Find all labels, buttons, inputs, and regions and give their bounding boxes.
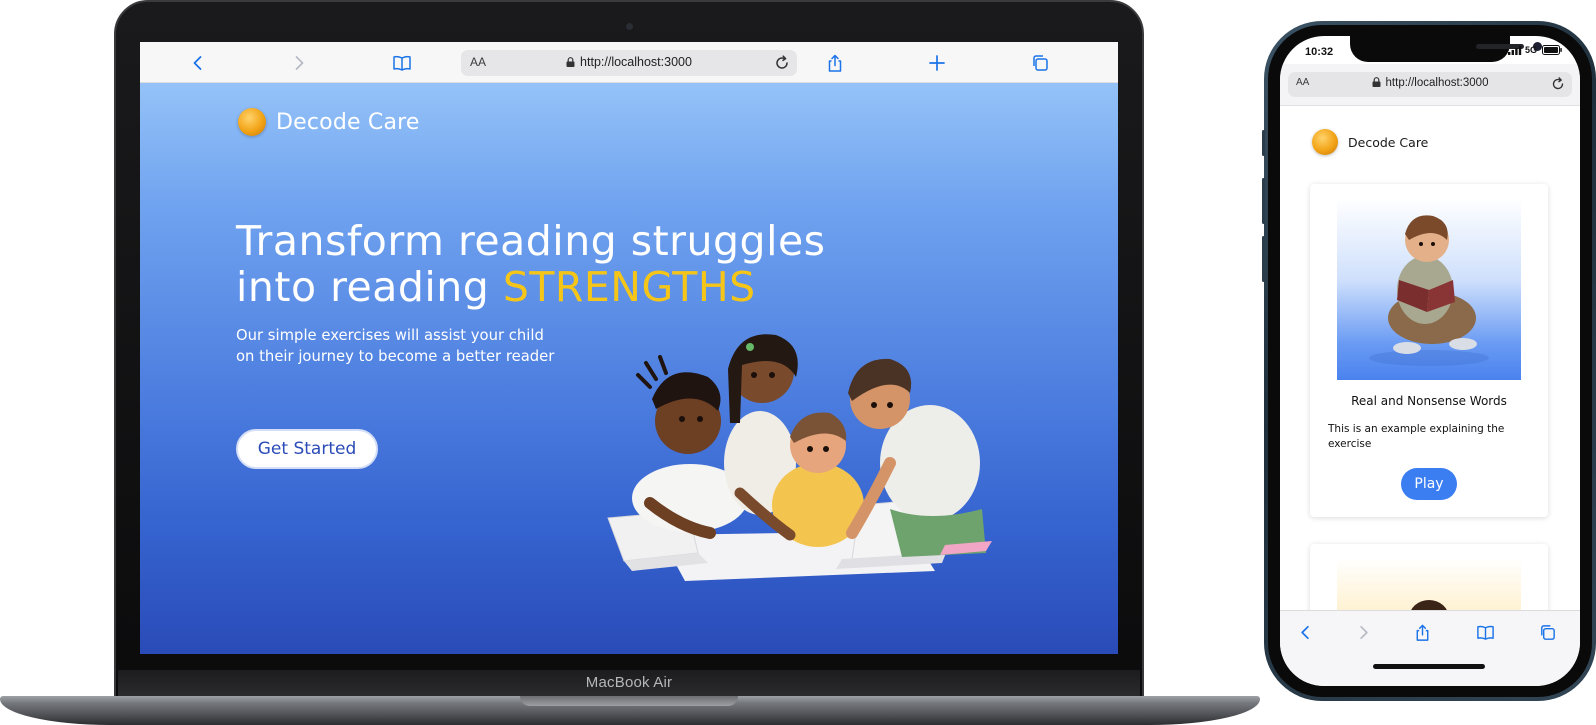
exercise-card-title: Real and Nonsense Words xyxy=(1351,394,1507,408)
macbook-hinge-notch xyxy=(520,696,738,706)
device-mockup-stage: AA http://localhost:3000 Decode Care Tra… xyxy=(0,0,1596,725)
iphone-notch xyxy=(1350,36,1542,62)
status-time: 10:32 xyxy=(1305,46,1334,58)
tabs-icon[interactable] xyxy=(1536,621,1558,643)
site-brand[interactable]: Decode Care xyxy=(238,108,420,136)
exercise-card-image xyxy=(1337,198,1521,380)
back-icon[interactable] xyxy=(185,50,211,76)
iphone-volume-down xyxy=(1262,236,1265,282)
mobile-address-bar-area: AA http://localhost:3000 xyxy=(1280,64,1580,106)
brand-name: Decode Care xyxy=(276,109,420,135)
status-indicators: 5G xyxy=(1507,45,1562,55)
hero-section: Decode Care Transform reading struggles … xyxy=(140,83,1118,654)
logo-icon xyxy=(1312,129,1338,155)
network-label: 5G xyxy=(1524,45,1537,55)
battery-icon xyxy=(1542,45,1562,55)
headline-highlight: STRENGTHS xyxy=(502,263,756,311)
iphone-screen: 10:32 5G AA http://localhost:3000 Decode… xyxy=(1280,36,1580,686)
hero-headline: Transform reading struggles into reading… xyxy=(236,218,996,310)
mobile-safari-toolbar xyxy=(1280,610,1580,686)
signal-icon xyxy=(1507,45,1522,55)
boy-reading-illustration xyxy=(1369,215,1489,366)
forward-icon[interactable] xyxy=(286,50,312,76)
home-indicator[interactable] xyxy=(1373,664,1485,669)
reload-icon[interactable] xyxy=(1549,75,1567,93)
share-icon[interactable] xyxy=(822,50,848,76)
get-started-button[interactable]: Get Started xyxy=(236,429,378,469)
lock-icon xyxy=(1372,77,1381,87)
exercise-card: Real and Nonsense Words This is an examp… xyxy=(1310,184,1548,517)
lock-icon xyxy=(566,57,575,67)
headline-line-2: into reading STRENGTHS xyxy=(236,264,996,310)
mobile-url-display: http://localhost:3000 xyxy=(1288,77,1572,89)
tabs-icon[interactable] xyxy=(1027,50,1053,76)
headline-line-1: Transform reading struggles xyxy=(236,217,826,265)
logo-icon xyxy=(238,108,266,136)
mobile-address-bar[interactable]: AA http://localhost:3000 xyxy=(1288,72,1572,97)
address-bar[interactable]: AA http://localhost:3000 xyxy=(461,50,797,76)
url-display: http://localhost:3000 xyxy=(461,55,797,69)
kids-reading-illustration xyxy=(607,334,992,581)
webcam xyxy=(626,23,633,30)
forward-icon[interactable] xyxy=(1352,621,1374,643)
new-tab-icon[interactable] xyxy=(924,50,950,76)
share-icon[interactable] xyxy=(1411,621,1433,643)
play-button[interactable]: Play xyxy=(1401,468,1457,500)
device-label: MacBook Air xyxy=(585,674,673,691)
back-icon[interactable] xyxy=(1294,621,1316,643)
reload-icon[interactable] xyxy=(772,53,792,73)
url-text: http://localhost:3000 xyxy=(580,55,692,69)
bookmarks-icon[interactable] xyxy=(1474,621,1496,643)
mobile-brand-name: Decode Care xyxy=(1348,134,1429,150)
headline-line-2-prefix: into reading xyxy=(236,263,503,311)
mobile-url-text: http://localhost:3000 xyxy=(1385,77,1489,89)
exercise-card-description: This is an example explaining the exerci… xyxy=(1328,423,1505,450)
macbook-screen: AA http://localhost:3000 Decode Care Tra… xyxy=(140,42,1118,654)
bookmarks-icon[interactable] xyxy=(389,50,415,76)
safari-toolbar: AA http://localhost:3000 xyxy=(140,42,1118,83)
mobile-site-brand[interactable]: Decode Care xyxy=(1312,129,1428,155)
iphone-mute-switch xyxy=(1262,130,1265,156)
iphone-volume-up xyxy=(1262,178,1265,224)
